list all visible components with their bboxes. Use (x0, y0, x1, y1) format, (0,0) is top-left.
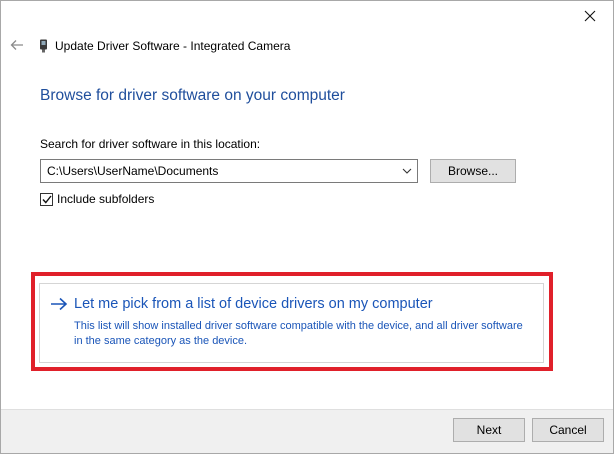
page-heading: Browse for driver software on your compu… (40, 87, 345, 104)
close-button[interactable] (567, 1, 613, 31)
browse-button-label: Browse... (447, 164, 498, 178)
include-subfolders-row[interactable]: Include subfolders (40, 192, 154, 206)
location-label: Search for driver software in this locat… (40, 137, 261, 151)
include-subfolders-checkbox[interactable] (40, 192, 53, 206)
location-path-value[interactable]: C:\Users\UserName\Documents (41, 164, 397, 178)
checkmark-icon (41, 195, 52, 204)
dialog-title-bar: Update Driver Software - Integrated Came… (39, 37, 290, 55)
close-icon (584, 10, 596, 22)
include-subfolders-label: Include subfolders (57, 192, 155, 206)
next-button-label: Next (476, 423, 502, 437)
pick-from-list-description: This list will show installed driver sof… (74, 320, 523, 347)
back-button[interactable] (7, 35, 27, 55)
arrow-right-icon (51, 297, 68, 311)
camera-device-icon (40, 39, 47, 53)
cancel-button-label: Cancel (549, 423, 587, 437)
cancel-button[interactable]: Cancel (532, 418, 604, 442)
dialog-footer: Next Cancel (1, 409, 613, 453)
dialog-title: Update Driver Software - Integrated Came… (55, 39, 291, 53)
chevron-down-icon (402, 168, 412, 174)
location-combobox[interactable]: C:\Users\UserName\Documents (40, 159, 418, 183)
back-arrow-icon (10, 40, 23, 50)
combobox-dropdown-button[interactable] (397, 160, 417, 182)
pick-from-list-title[interactable]: Let me pick from a list of device driver… (74, 296, 433, 312)
pick-from-list-option[interactable]: Let me pick from a list of device driver… (39, 283, 544, 363)
update-driver-dialog: Update Driver Software - Integrated Came… (0, 0, 614, 454)
browse-button[interactable]: Browse... (430, 159, 516, 183)
next-button[interactable]: Next (453, 418, 525, 442)
